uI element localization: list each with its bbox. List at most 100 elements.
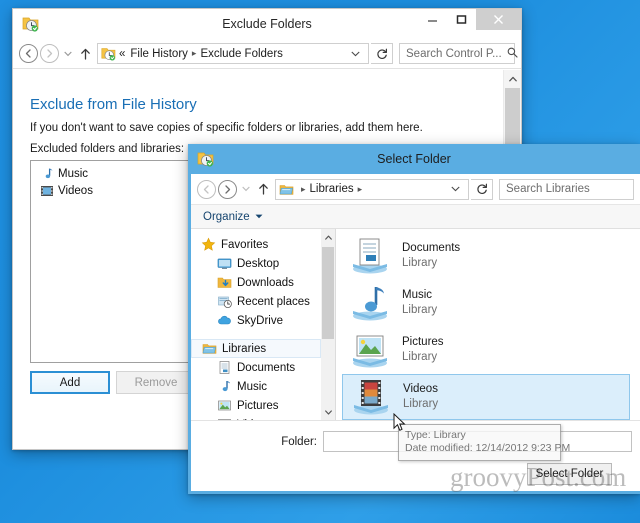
breadcrumb-item-exclude-folders[interactable]: Exclude Folders bbox=[200, 48, 282, 60]
file-history-folder-icon bbox=[101, 46, 116, 61]
breadcrumb[interactable]: ▸ Libraries ▸ bbox=[275, 178, 469, 200]
refresh-button[interactable] bbox=[471, 178, 493, 200]
navigation-pane: Favorites Desktop Downloads Recent place… bbox=[191, 229, 335, 421]
search-placeholder: Search Libraries bbox=[506, 183, 590, 195]
documents-library-icon bbox=[350, 237, 390, 275]
recent-locations-chevron-down-icon[interactable] bbox=[61, 44, 75, 63]
file-tooltip: Type: Library Date modified: 12/14/2012 … bbox=[398, 424, 571, 461]
recent-places-icon bbox=[217, 294, 232, 309]
maximize-button[interactable] bbox=[447, 9, 476, 30]
sidebar-item-libraries[interactable]: Libraries bbox=[191, 339, 321, 358]
sidebar-item-documents[interactable]: Documents bbox=[191, 358, 335, 377]
select-folder-title: Select Folder bbox=[377, 152, 451, 166]
page-title: Exclude from File History bbox=[30, 96, 197, 113]
tooltip-date-line: Date modified: 12/14/2012 9:23 PM bbox=[405, 442, 571, 454]
chevron-down-icon bbox=[255, 212, 263, 221]
list-item-subtitle: Library bbox=[403, 398, 439, 410]
pictures-library-icon bbox=[217, 398, 232, 413]
sidebar-item-recent-places[interactable]: Recent places bbox=[191, 292, 335, 311]
list-item-videos[interactable]: Videos Library bbox=[342, 374, 630, 420]
scroll-up-arrow-icon[interactable] bbox=[504, 70, 521, 87]
list-item-text: Videos Library bbox=[403, 382, 438, 412]
select-folder-panes: Favorites Desktop Downloads Recent place… bbox=[191, 229, 640, 421]
star-icon bbox=[201, 237, 216, 252]
breadcrumb-item-file-history[interactable]: File History bbox=[130, 48, 188, 60]
sidebar-item-label: Libraries bbox=[222, 342, 267, 355]
refresh-button[interactable] bbox=[371, 43, 393, 64]
list-item-text: Documents Library bbox=[402, 241, 460, 271]
list-item-name: Documents bbox=[402, 242, 461, 254]
list-item[interactable]: Music bbox=[31, 165, 200, 182]
list-item-music[interactable]: Music Library bbox=[342, 280, 630, 326]
documents-library-icon bbox=[217, 360, 232, 375]
list-item-text: Music Library bbox=[402, 288, 437, 318]
exclude-folders-address-bar: « File History ▸ Exclude Folders Search … bbox=[13, 39, 521, 69]
sidebar-item-pictures[interactable]: Pictures bbox=[191, 396, 335, 415]
skydrive-cloud-icon bbox=[217, 313, 232, 328]
back-button[interactable] bbox=[19, 44, 38, 63]
sidebar-item-favorites[interactable]: Favorites bbox=[191, 235, 335, 254]
search-libraries-input[interactable]: Search Libraries bbox=[499, 178, 634, 200]
desktop-icon bbox=[217, 256, 232, 271]
search-control-panel-input[interactable]: Search Control P... bbox=[399, 43, 518, 64]
select-folder-toolbar: Organize bbox=[191, 204, 640, 229]
sidebar-item-label: Favorites bbox=[221, 238, 269, 251]
navigation-pane-scrollbar[interactable] bbox=[321, 229, 335, 421]
sidebar-item-skydrive[interactable]: SkyDrive bbox=[191, 311, 335, 330]
select-folder-address-bar: ▸ Libraries ▸ Search Libraries bbox=[191, 174, 640, 204]
sidebar-item-label: Pictures bbox=[237, 399, 279, 412]
scrollbar-thumb[interactable] bbox=[322, 247, 334, 339]
sidebar-item-downloads[interactable]: Downloads bbox=[191, 273, 335, 292]
add-button[interactable]: Add bbox=[30, 371, 110, 394]
list-item-pictures[interactable]: Pictures Library bbox=[342, 327, 630, 373]
list-item-documents[interactable]: Documents Library bbox=[342, 233, 630, 279]
exclude-folders-titlebar[interactable]: Exclude Folders bbox=[13, 9, 521, 39]
breadcrumb-separator-icon: ▸ bbox=[301, 183, 306, 194]
libraries-folder-icon bbox=[202, 341, 217, 356]
excluded-folders-list[interactable]: Music Videos bbox=[30, 160, 201, 363]
search-icon bbox=[507, 47, 518, 61]
organize-button[interactable]: Organize bbox=[203, 211, 263, 223]
list-item[interactable]: Videos bbox=[31, 182, 200, 199]
list-item-subtitle: Library bbox=[402, 257, 438, 269]
page-description: If you don't want to save copies of spec… bbox=[30, 122, 423, 134]
list-item-text: Pictures Library bbox=[402, 335, 444, 365]
organize-label: Organize bbox=[203, 210, 250, 223]
tree-group-gap bbox=[191, 330, 335, 339]
forward-button[interactable] bbox=[218, 179, 237, 199]
folder-label: Folder: bbox=[281, 435, 317, 448]
recent-locations-chevron-down-icon[interactable] bbox=[239, 180, 253, 199]
select-folder-titlebar[interactable]: Select Folder bbox=[188, 144, 640, 174]
back-button[interactable] bbox=[197, 179, 216, 199]
up-button[interactable] bbox=[255, 180, 271, 199]
music-library-icon bbox=[350, 284, 390, 322]
list-item-name: Pictures bbox=[402, 336, 444, 348]
forward-button[interactable] bbox=[40, 44, 59, 63]
sidebar-item-desktop[interactable]: Desktop bbox=[191, 254, 335, 273]
close-button[interactable] bbox=[476, 9, 521, 30]
sidebar-item-music[interactable]: Music bbox=[191, 377, 335, 396]
exclude-folders-window-controls bbox=[418, 9, 521, 30]
list-item-subtitle: Library bbox=[402, 304, 438, 316]
breadcrumb-dropdown-icon[interactable] bbox=[345, 49, 366, 59]
videos-library-icon bbox=[351, 378, 391, 416]
scroll-down-arrow-icon[interactable] bbox=[321, 404, 335, 421]
scroll-up-arrow-icon[interactable] bbox=[321, 229, 335, 246]
sidebar-item-label: Desktop bbox=[237, 257, 280, 270]
folder-tree: Favorites Desktop Downloads Recent place… bbox=[191, 229, 335, 421]
pictures-library-icon bbox=[350, 331, 390, 369]
downloads-icon bbox=[217, 275, 232, 290]
tooltip-type-line: Type: Library bbox=[405, 429, 466, 441]
libraries-folder-icon bbox=[279, 182, 294, 197]
music-note-icon bbox=[40, 167, 54, 181]
film-strip-icon bbox=[40, 184, 54, 198]
minimize-button[interactable] bbox=[418, 9, 447, 30]
breadcrumb-item-libraries[interactable]: Libraries bbox=[310, 183, 354, 195]
file-list-pane: Documents Library Music Library Pictures… bbox=[336, 229, 640, 421]
search-placeholder: Search Control P... bbox=[406, 47, 502, 60]
breadcrumb[interactable]: « File History ▸ Exclude Folders bbox=[97, 43, 369, 64]
sidebar-item-label: SkyDrive bbox=[237, 314, 284, 327]
remove-button[interactable]: Remove bbox=[116, 371, 196, 394]
up-button[interactable] bbox=[77, 44, 93, 63]
breadcrumb-dropdown-icon[interactable] bbox=[445, 184, 466, 194]
